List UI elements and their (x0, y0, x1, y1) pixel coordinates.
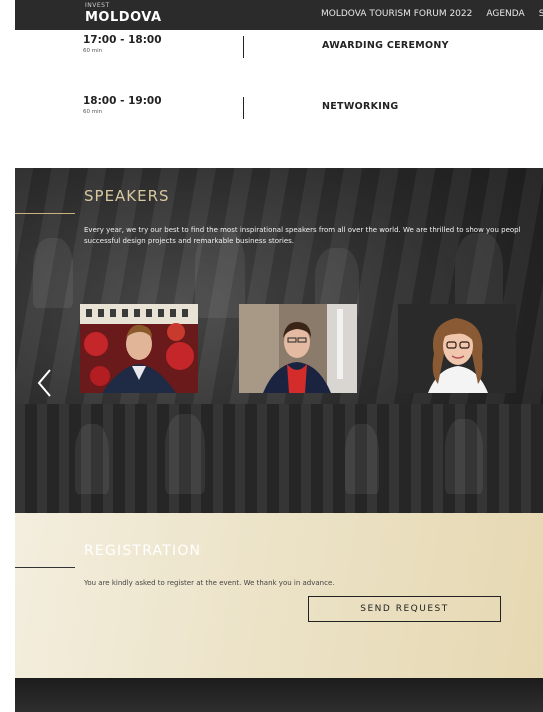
nav-item-forum[interactable]: MOLDOVA TOURISM FORUM 2022 (321, 9, 472, 19)
agenda-row: 17:00 - 18:00 60 min AWARDING CEREMONY (15, 34, 543, 74)
agenda-event: NETWORKING (322, 101, 399, 112)
speaker-photo-image (80, 304, 198, 393)
speakers-description-line: Every year, we try our best to find the … (84, 226, 521, 234)
speakers-section: SPEAKERS Every year, we try our best to … (15, 168, 543, 513)
agenda-event: AWARDING CEREMONY (322, 40, 449, 51)
background-figure (33, 238, 73, 308)
logo[interactable]: MOLDOVA (85, 10, 162, 25)
speaker-photo-image (398, 304, 516, 393)
speakers-lower-band (15, 404, 543, 513)
chevron-left-icon[interactable] (36, 368, 54, 398)
agenda-divider (243, 97, 244, 119)
nav-item-speakers[interactable]: S (539, 9, 543, 19)
speaker-photo[interactable] (398, 304, 516, 393)
background-figure (75, 424, 109, 494)
nav-item-agenda[interactable]: AGENDA (486, 9, 524, 19)
speaker-photo[interactable] (239, 304, 357, 393)
nav-menu: MOLDOVA TOURISM FORUM 2022 AGENDA S (321, 9, 543, 19)
top-navigation: INVEST MOLDOVA MOLDOVA TOURISM FORUM 202… (15, 0, 543, 30)
background-figure (445, 419, 483, 494)
send-request-button[interactable]: SEND REQUEST (308, 596, 501, 622)
agenda-divider (243, 36, 244, 58)
agenda-duration: 60 min (83, 109, 103, 115)
registration-description: You are kindly asked to register at the … (84, 579, 335, 587)
speakers-description: Every year, we try our best to find the … (84, 225, 543, 247)
section-rule (15, 567, 75, 568)
logo-tagline: INVEST (85, 2, 110, 9)
registration-section: REGISTRATION You are kindly asked to reg… (15, 513, 543, 678)
agenda-row: 18:00 - 19:00 60 min NETWORKING (15, 95, 543, 135)
agenda-time: 17:00 - 18:00 (83, 34, 162, 46)
agenda-duration: 60 min (83, 48, 103, 54)
registration-title: REGISTRATION (84, 543, 202, 559)
footer-band (15, 678, 543, 712)
speaker-photo-image (239, 304, 357, 393)
background-figure (345, 424, 379, 494)
agenda-time: 18:00 - 19:00 (83, 95, 162, 107)
background-figure (165, 414, 205, 494)
section-rule (15, 213, 75, 214)
page: INVEST MOLDOVA MOLDOVA TOURISM FORUM 202… (15, 0, 543, 712)
speakers-title: SPEAKERS (84, 187, 170, 205)
speaker-photo[interactable] (80, 304, 198, 393)
speakers-description-line: successful design projects and remarkabl… (84, 237, 295, 245)
